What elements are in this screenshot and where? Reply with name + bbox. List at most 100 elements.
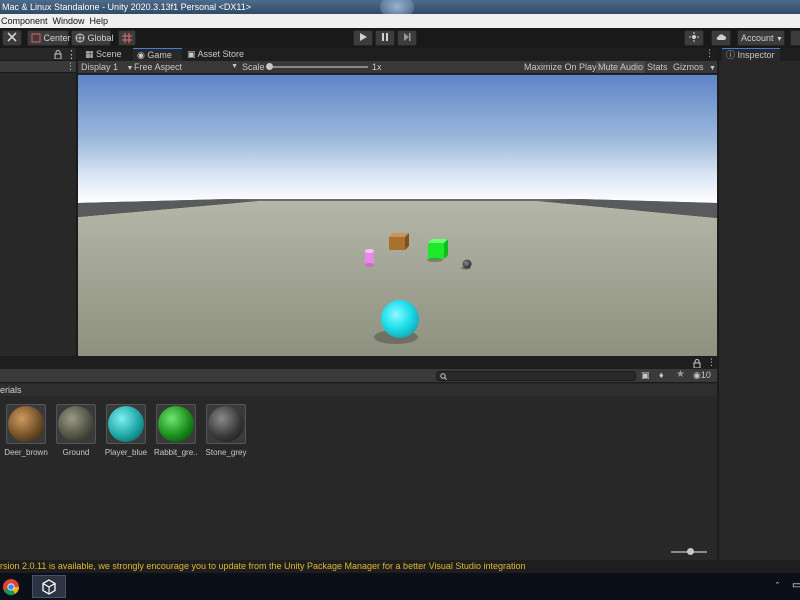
filter-by-type-icon[interactable]: ▣ (641, 370, 650, 381)
pivot-center-button[interactable]: Center (27, 30, 71, 46)
collab-button[interactable] (684, 30, 704, 46)
hash-icon: ▦ (85, 49, 94, 59)
asset-label: Deer_brown (4, 448, 48, 457)
account-dropdown[interactable]: Account ▼ (737, 30, 785, 46)
menu-window[interactable]: Window (52, 14, 89, 28)
window-title-bar: Mac & Linux Standalone - Unity 2020.3.13… (0, 0, 800, 20)
grid-icon (122, 33, 132, 43)
hierarchy-panel: ⋮ ⋮ (0, 48, 77, 356)
pink-cylinder-object (365, 249, 374, 267)
scale-slider-knob[interactable] (266, 63, 273, 70)
gizmos-dropdown[interactable]: Gizmos ▼ (673, 61, 716, 75)
inspector-tab-bar: ⓘ Inspector (719, 48, 800, 61)
asset-thumbnail (56, 404, 96, 444)
hierarchy-header: ⋮ (0, 48, 77, 61)
breadcrumb-folder[interactable]: erials (0, 385, 22, 395)
hidden-packages-toggle[interactable]: ◉10 (693, 370, 711, 381)
eye-slash-icon: ◉ (693, 370, 701, 380)
display-label: Display 1 (81, 62, 119, 72)
tab-scene-label: Scene (96, 49, 122, 59)
center-tab-bar: ▦ Scene ◉ Game ▣ Asset Store ⋮ (78, 48, 717, 61)
asset-tile[interactable]: Deer_brown (4, 404, 48, 457)
mute-audio-toggle[interactable]: Mute Audio (596, 61, 646, 73)
chevron-up-icon[interactable]: ˆ (776, 581, 779, 591)
unity-icon (42, 578, 56, 595)
chrome-taskbar-button[interactable] (0, 575, 28, 598)
asset-thumbnail (6, 404, 46, 444)
collab-icon (689, 32, 699, 42)
material-preview-sphere (58, 406, 94, 442)
aspect-dropdown[interactable]: Free Aspect ▼ (134, 61, 238, 73)
cloud-button[interactable] (711, 30, 731, 46)
maximize-on-play-toggle[interactable]: Maximize On Play (524, 61, 597, 73)
kebab-menu-icon[interactable]: ⋮ (66, 48, 77, 61)
account-label: Account (741, 33, 774, 43)
material-preview-sphere (208, 406, 244, 442)
asset-tile[interactable]: Player_blue (104, 404, 148, 457)
star-icon[interactable]: ★ (676, 369, 685, 380)
gamepad-icon: ◉ (137, 50, 145, 60)
scale-slider[interactable] (266, 63, 368, 70)
pause-button[interactable] (375, 30, 395, 46)
project-panel: ⋮ ▣ ♦ ★ ◉10 erials Deer_brown Ground Pla… (0, 356, 717, 560)
pivot-icon (31, 33, 41, 43)
info-icon: ⓘ (726, 50, 736, 60)
tools-button[interactable] (2, 30, 22, 46)
bag-icon: ▣ (187, 49, 196, 59)
kebab-menu-icon[interactable]: ⋮ (705, 48, 714, 59)
tab-game[interactable]: ◉ Game (133, 48, 182, 61)
asset-tile[interactable]: Rabbit_gre... (154, 404, 198, 457)
tag-icon[interactable]: ♦ (659, 370, 664, 380)
cloud-icon (716, 34, 726, 40)
project-toolbar: ▣ ♦ ★ ◉10 (0, 369, 717, 383)
tab-inspector[interactable]: ⓘ Inspector (722, 48, 780, 61)
asset-tile[interactable]: Ground (54, 404, 98, 457)
project-tab-bar: ⋮ (0, 357, 717, 369)
space-global-button[interactable]: Global (71, 30, 114, 46)
chevron-down-icon: ▼ (776, 36, 783, 43)
asset-thumbnail (156, 404, 196, 444)
hierarchy-toolbar: ⋮ (0, 61, 76, 73)
scale-label: Scale (242, 62, 265, 72)
game-viewport[interactable] (78, 75, 717, 356)
pause-icon (382, 33, 388, 41)
unity-taskbar-button[interactable] (32, 575, 66, 598)
aspect-label: Free Aspect (134, 62, 183, 72)
menu-help[interactable]: Help (89, 14, 113, 28)
asset-label: Stone_grey (205, 448, 247, 457)
network-icon[interactable]: ▭ (792, 580, 800, 591)
chevron-down-icon: ▼ (709, 65, 716, 72)
material-preview-sphere (108, 406, 144, 442)
game-panel: ▦ Scene ◉ Game ▣ Asset Store ⋮ Display 1… (78, 48, 717, 356)
step-button[interactable] (397, 30, 417, 46)
status-bar[interactable]: rsion 2.0.11 is available, we strongly e… (0, 560, 800, 573)
stats-toggle[interactable]: Stats (647, 61, 668, 73)
main-toolbar: Center Global Account ▼ (0, 28, 800, 48)
space-label: Global (87, 33, 114, 43)
tab-asset-store[interactable]: ▣ Asset Store (183, 48, 253, 61)
lock-icon[interactable] (54, 50, 62, 59)
globe-icon (75, 33, 85, 43)
asset-tile[interactable]: Stone_grey (204, 404, 248, 457)
kebab-menu-icon[interactable]: ⋮ (707, 357, 716, 368)
gizmos-label: Gizmos (673, 62, 704, 72)
tab-scene[interactable]: ▦ Scene (81, 48, 133, 61)
crate-object (389, 233, 409, 250)
play-button[interactable] (353, 30, 373, 46)
thumbnail-size-slider[interactable] (671, 548, 707, 555)
play-icon (360, 33, 367, 41)
layers-dropdown[interactable] (790, 30, 800, 46)
kebab-menu-icon[interactable]: ⋮ (66, 61, 75, 72)
display-dropdown[interactable]: Display 1 ▼ (81, 61, 133, 75)
project-search-input[interactable] (436, 371, 636, 381)
thumbnail-size-knob[interactable] (687, 548, 694, 555)
lock-icon[interactable] (693, 359, 701, 368)
tools-icon (7, 32, 17, 42)
menu-component[interactable]: Component (0, 14, 52, 28)
grid-snap-button[interactable] (118, 30, 136, 46)
tab-game-label: Game (147, 50, 172, 60)
sky (78, 75, 717, 203)
chevron-down-icon: ▼ (231, 63, 238, 70)
chevron-down-icon: ▼ (126, 65, 134, 72)
asset-label: Rabbit_gre... (154, 448, 198, 457)
